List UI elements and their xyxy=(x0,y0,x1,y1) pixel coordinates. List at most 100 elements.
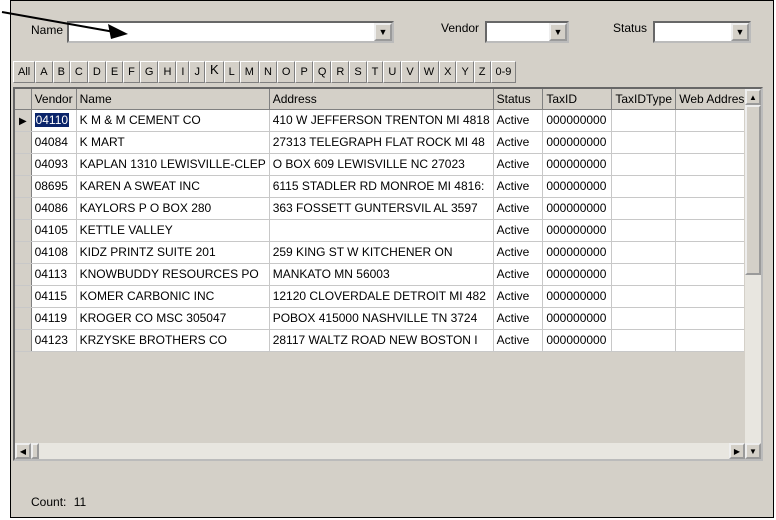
cell-vendor[interactable]: 04119 xyxy=(31,307,77,330)
letter-tab-u[interactable]: U xyxy=(383,61,402,83)
letter-tab-l[interactable]: L xyxy=(223,61,240,83)
cell-name[interactable]: KNOWBUDDY RESOURCES PO xyxy=(76,263,270,286)
cell-taxidtype[interactable] xyxy=(611,307,677,330)
column-header-vendor[interactable]: Vendor xyxy=(31,89,77,110)
cell-address[interactable]: 28117 WALTZ ROAD NEW BOSTON I xyxy=(269,329,494,352)
letter-tab-d[interactable]: D xyxy=(87,61,106,83)
name-dropdown-button[interactable]: ▼ xyxy=(374,23,392,41)
row-selector[interactable] xyxy=(15,197,32,220)
letter-tab-n[interactable]: N xyxy=(258,61,277,83)
cell-address[interactable]: 6115 STADLER RD MONROE MI 4816: xyxy=(269,175,494,198)
row-selector[interactable] xyxy=(15,329,32,352)
vertical-scrollbar[interactable]: ▲ ▼ xyxy=(744,89,761,459)
row-selector[interactable] xyxy=(15,153,32,176)
cell-name[interactable]: KETTLE VALLEY xyxy=(76,219,270,242)
letter-tab-c[interactable]: C xyxy=(69,61,88,83)
letter-tab-0-9[interactable]: 0-9 xyxy=(490,61,517,83)
letter-tab-r[interactable]: R xyxy=(331,61,350,83)
letter-tab-o[interactable]: O xyxy=(276,61,296,83)
cell-vendor[interactable]: 04093 xyxy=(31,153,77,176)
cell-address[interactable]: 259 KING ST W KITCHENER ON xyxy=(269,241,494,264)
row-selector[interactable] xyxy=(15,241,32,264)
column-header-taxid[interactable]: TaxID xyxy=(542,89,613,110)
cell-taxid[interactable]: 000000000 xyxy=(542,285,613,308)
cell-taxidtype[interactable] xyxy=(611,109,677,132)
cell-address[interactable]: POBOX 415000 NASHVILLE TN 3724 xyxy=(269,307,494,330)
cell-status[interactable]: Active xyxy=(493,307,544,330)
cell-taxidtype[interactable] xyxy=(611,285,677,308)
letter-tab-b[interactable]: B xyxy=(52,61,70,83)
row-selector[interactable] xyxy=(15,263,32,286)
cell-taxidtype[interactable] xyxy=(611,241,677,264)
cell-taxidtype[interactable] xyxy=(611,153,677,176)
cell-name[interactable]: K M & M CEMENT CO xyxy=(76,109,270,132)
letter-tab-i[interactable]: I xyxy=(176,61,190,83)
name-filter-combo[interactable]: ▼ xyxy=(67,21,394,43)
letter-tab-k[interactable]: K xyxy=(204,61,224,83)
cell-status[interactable]: Active xyxy=(493,131,544,154)
cell-taxidtype[interactable] xyxy=(611,329,677,352)
row-selector[interactable] xyxy=(15,219,32,242)
cell-status[interactable]: Active xyxy=(493,241,544,264)
cell-taxid[interactable]: 000000000 xyxy=(542,175,613,198)
cell-vendor[interactable]: 04105 xyxy=(31,219,77,242)
table-row[interactable]: 04113 KNOWBUDDY RESOURCES PO MANKATO MN 5… xyxy=(15,263,761,286)
letter-tab-x[interactable]: X xyxy=(439,61,457,83)
cell-vendor[interactable]: 04108 xyxy=(31,241,77,264)
cell-status[interactable]: Active xyxy=(493,219,544,242)
cell-taxid[interactable]: 000000000 xyxy=(542,109,613,132)
letter-tab-a[interactable]: A xyxy=(35,61,53,83)
cell-address[interactable]: 363 FOSSETT GUNTERSVIL AL 3597 xyxy=(269,197,494,220)
cell-taxidtype[interactable] xyxy=(611,263,677,286)
cell-name[interactable]: KRZYSKE BROTHERS CO xyxy=(76,329,270,352)
letter-tab-p[interactable]: P xyxy=(295,61,313,83)
vendor-dropdown-button[interactable]: ▼ xyxy=(549,23,567,41)
cell-taxid[interactable]: 000000000 xyxy=(542,219,613,242)
table-row[interactable]: 04105 KETTLE VALLEY Active 000000000 xyxy=(15,219,761,242)
letter-tab-f[interactable]: F xyxy=(123,61,140,83)
cell-taxid[interactable]: 000000000 xyxy=(542,131,613,154)
column-header-address[interactable]: Address xyxy=(269,89,494,110)
letter-tab-all[interactable]: All xyxy=(13,61,36,83)
cell-status[interactable]: Active xyxy=(493,329,544,352)
vertical-scroll-thumb[interactable] xyxy=(745,105,761,275)
row-selector[interactable] xyxy=(15,285,32,308)
cell-taxid[interactable]: 000000000 xyxy=(542,153,613,176)
cell-address[interactable]: 12120 CLOVERDALE DETROIT MI 482 xyxy=(269,285,494,308)
letter-tab-y[interactable]: Y xyxy=(456,61,474,83)
row-selector[interactable] xyxy=(15,307,32,330)
letter-tab-g[interactable]: G xyxy=(139,61,159,83)
horizontal-scrollbar[interactable]: ◀ ▶ xyxy=(15,443,745,459)
letter-tab-m[interactable]: M xyxy=(239,61,259,83)
scroll-right-button[interactable]: ▶ xyxy=(729,443,745,459)
table-row[interactable]: 08695 KAREN A SWEAT INC 6115 STADLER RD MO… xyxy=(15,175,761,198)
horizontal-scroll-thumb[interactable] xyxy=(31,443,39,459)
row-selector[interactable] xyxy=(15,131,32,154)
letter-tab-q[interactable]: Q xyxy=(312,61,332,83)
status-filter-combo[interactable]: ▼ xyxy=(653,21,751,43)
cell-address[interactable]: 410 W JEFFERSON TRENTON MI 4818 xyxy=(269,109,494,132)
cell-vendor[interactable]: 04084 xyxy=(31,131,77,154)
cell-address[interactable] xyxy=(269,219,494,242)
column-header-status[interactable]: Status xyxy=(493,89,544,110)
cell-status[interactable]: Active xyxy=(493,263,544,286)
letter-tab-w[interactable]: W xyxy=(418,61,440,83)
column-header-name[interactable]: Name xyxy=(76,89,270,110)
cell-address[interactable]: 27313 TELEGRAPH FLAT ROCK MI 48 xyxy=(269,131,494,154)
cell-vendor[interactable]: 04123 xyxy=(31,329,77,352)
row-selector[interactable] xyxy=(15,175,32,198)
table-row[interactable]: ▶ 04110 K M & M CEMENT CO 410 W JEFFERSON T… xyxy=(15,109,761,132)
cell-name[interactable]: KROGER CO MSC 305047 xyxy=(76,307,270,330)
cell-status[interactable]: Active xyxy=(493,285,544,308)
cell-taxidtype[interactable] xyxy=(611,219,677,242)
letter-tab-j[interactable]: J xyxy=(189,61,205,83)
cell-status[interactable]: Active xyxy=(493,175,544,198)
scroll-down-button[interactable]: ▼ xyxy=(745,443,761,459)
cell-status[interactable]: Active xyxy=(493,197,544,220)
row-selector[interactable]: ▶ xyxy=(15,109,32,132)
table-row[interactable]: 04108 KIDZ PRINTZ SUITE 201 259 KING ST W … xyxy=(15,241,761,264)
column-header-taxidtype[interactable]: TaxIDType xyxy=(611,89,677,110)
vendor-filter-combo[interactable]: ▼ xyxy=(485,21,569,43)
letter-tab-t[interactable]: T xyxy=(366,61,384,83)
cell-taxid[interactable]: 000000000 xyxy=(542,263,613,286)
